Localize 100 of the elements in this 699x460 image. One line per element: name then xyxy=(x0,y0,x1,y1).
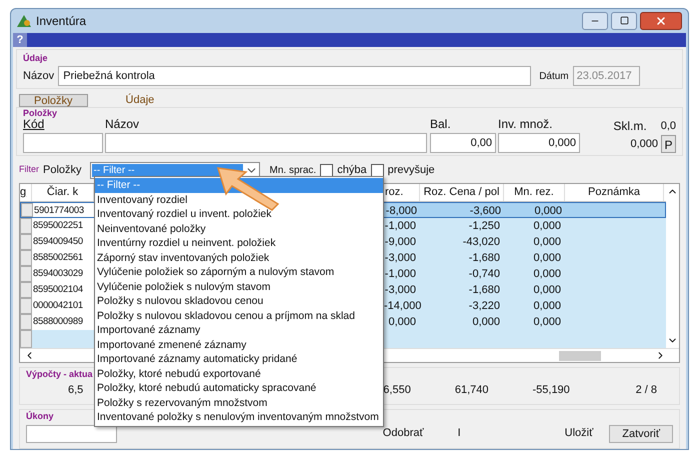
dropdown-option[interactable]: Neinventované položky xyxy=(95,222,383,236)
p-button[interactable]: P xyxy=(661,135,676,153)
table-cell-text: -1,680 xyxy=(468,251,501,266)
app-logo-icon xyxy=(17,14,31,27)
field-label: Dátum xyxy=(539,70,569,84)
tab[interactable]: Údaje xyxy=(112,94,168,106)
table-cell-text: -8,000 xyxy=(385,204,418,217)
maximize-button[interactable] xyxy=(611,12,637,30)
checkbox-label: prevyšuje xyxy=(388,162,435,178)
row-selector[interactable] xyxy=(20,218,32,234)
row-selector[interactable] xyxy=(20,250,32,266)
row-selector[interactable] xyxy=(20,298,32,314)
dropdown-option[interactable]: Vylúčenie položiek s nulovým stavom xyxy=(95,280,383,294)
processed-label: Mn. sprac. xyxy=(270,164,316,178)
row-selector[interactable] xyxy=(20,330,32,348)
row-selector[interactable] xyxy=(21,203,33,217)
table-cell: 8594003029 xyxy=(32,266,94,282)
table-cell-text: 0,000 xyxy=(532,315,562,330)
dropdown-option[interactable]: Inventované položky s nenulovým inventovaným množstvom xyxy=(95,410,383,424)
table-cell-text: -3,000 xyxy=(384,251,417,266)
dropdown-option[interactable]: Záporný stav inventovaných položiek xyxy=(95,250,383,265)
checkbox[interactable] xyxy=(370,164,384,176)
maximize-icon xyxy=(620,16,628,26)
actions-combo[interactable] xyxy=(26,424,117,442)
table-cell-text: 0,000 xyxy=(471,315,501,330)
group-title: Položky xyxy=(23,108,58,118)
table-cell: 5901774003 xyxy=(33,203,95,217)
group-title: Úkony xyxy=(26,410,54,423)
row-selector[interactable] xyxy=(20,314,32,330)
table-cell-text: -1,250 xyxy=(468,219,501,234)
table-cell: 8585002561 xyxy=(32,250,94,266)
table-cell: 0000042101 xyxy=(32,298,94,314)
code-field[interactable] xyxy=(23,133,103,153)
table-cell-text: -9,000 xyxy=(384,235,417,250)
calculation-value: 6,5 xyxy=(68,383,84,398)
table-cell: 8595002104 xyxy=(32,282,94,298)
dropdown-option[interactable]: Položky, ktoré nebudú automaticky spracované xyxy=(95,381,383,396)
table-cell: 8595002251 xyxy=(32,218,94,234)
column-header[interactable]: Roz. Cena / pol xyxy=(420,184,504,201)
table-cell-text: 0,000 xyxy=(532,267,562,282)
dropdown-option[interactable]: Importované zmenené záznamy xyxy=(95,338,383,352)
table-cell-text: 0,000 xyxy=(387,315,417,330)
table-cell-text: -0,740 xyxy=(468,267,501,282)
tab[interactable]: Položky xyxy=(19,94,88,106)
item-name-field[interactable] xyxy=(105,133,427,153)
dropdown-option[interactable]: Položky s nulovou skladovou cenou xyxy=(95,294,383,308)
table-cell: 8594009450 xyxy=(32,234,94,250)
filter-label: Filter xyxy=(19,163,39,176)
dropdown-option[interactable]: Vylúčenie položiek so záporným a nulovým stavom xyxy=(95,265,383,280)
dropdown-option[interactable]: Položky, ktoré nebudú exportované xyxy=(95,366,383,381)
table-cell-text: -1,000 xyxy=(384,267,417,282)
column-header[interactable]: Mn. rez. xyxy=(504,184,565,201)
column-header[interactable]: g xyxy=(20,184,32,201)
calculation-value: 6,550 xyxy=(383,383,411,398)
table-cell-text: 0,000 xyxy=(532,219,562,234)
filter-scope-label: Položky xyxy=(43,162,82,178)
field-label: Skl.m. xyxy=(613,120,647,133)
table-cell-text: 0,000 xyxy=(532,251,562,266)
name-field[interactable]: Priebežná kontrola xyxy=(58,66,532,86)
action-button[interactable]: Uložiť xyxy=(562,424,596,442)
inventory-qty-field[interactable]: 0,000 xyxy=(498,133,580,153)
table-cell-text: -3,220 xyxy=(468,299,501,314)
column-header[interactable]: Poznámka xyxy=(565,184,664,201)
close-button[interactable] xyxy=(640,12,682,30)
table-cell-text: -1,680 xyxy=(468,283,501,298)
dropdown-option[interactable]: Položky s nulovou skladovou cenou a príjmom na sklad xyxy=(95,308,383,323)
field-label: Názov xyxy=(105,118,140,131)
table-cell-text: 0,000 xyxy=(532,283,562,298)
close-icon xyxy=(655,14,667,27)
calculation-value: -55,190 xyxy=(532,383,570,398)
scroll-thumb[interactable] xyxy=(559,350,601,360)
page-counter: 2 / 8 xyxy=(636,383,657,398)
dropdown-option[interactable]: Inventovaný rozdiel xyxy=(95,192,383,207)
table-cell-text: 0,000 xyxy=(533,204,563,217)
action-button[interactable]: I xyxy=(456,424,463,442)
calculation-value: 61,740 xyxy=(454,383,488,398)
table-cell-text: -1,000 xyxy=(384,219,417,234)
package-field[interactable]: 0,00 xyxy=(430,133,496,153)
action-button[interactable]: Odobrať xyxy=(380,424,426,442)
stock-quantity: 0,000 xyxy=(630,136,658,152)
row-selector[interactable] xyxy=(20,234,32,250)
table-cell-text: -3,600 xyxy=(468,204,502,217)
action-button[interactable]: Zatvoriť xyxy=(609,424,673,442)
table-cell-text: 0,000 xyxy=(532,299,562,314)
dropdown-option[interactable]: Inventúrny rozdiel u neinvent. položiek xyxy=(95,236,383,250)
table-cell-text: 0,000 xyxy=(532,235,562,250)
row-selector[interactable] xyxy=(20,266,32,282)
table-cell-text: -14,000 xyxy=(384,299,420,314)
table-cell: 8588000989 xyxy=(32,314,94,330)
dropdown-option[interactable]: Položky s rezervovaným množstvom xyxy=(95,396,383,410)
row-selector[interactable] xyxy=(20,282,32,298)
checkbox[interactable] xyxy=(320,164,334,176)
dropdown-option[interactable]: Inventovaný rozdiel u invent. položiek xyxy=(95,207,383,222)
field-label: Názov xyxy=(23,68,54,84)
table-cell-text: -43,020 xyxy=(462,235,501,250)
group-title: Výpočty - aktua xyxy=(26,368,93,381)
dropdown-option[interactable]: Importované záznamy xyxy=(95,323,383,338)
checkbox-label: chýba xyxy=(337,162,367,178)
dropdown-option[interactable]: Importované záznamy automaticky pridané xyxy=(95,352,383,366)
field-label: Inv. množ. xyxy=(498,118,554,131)
